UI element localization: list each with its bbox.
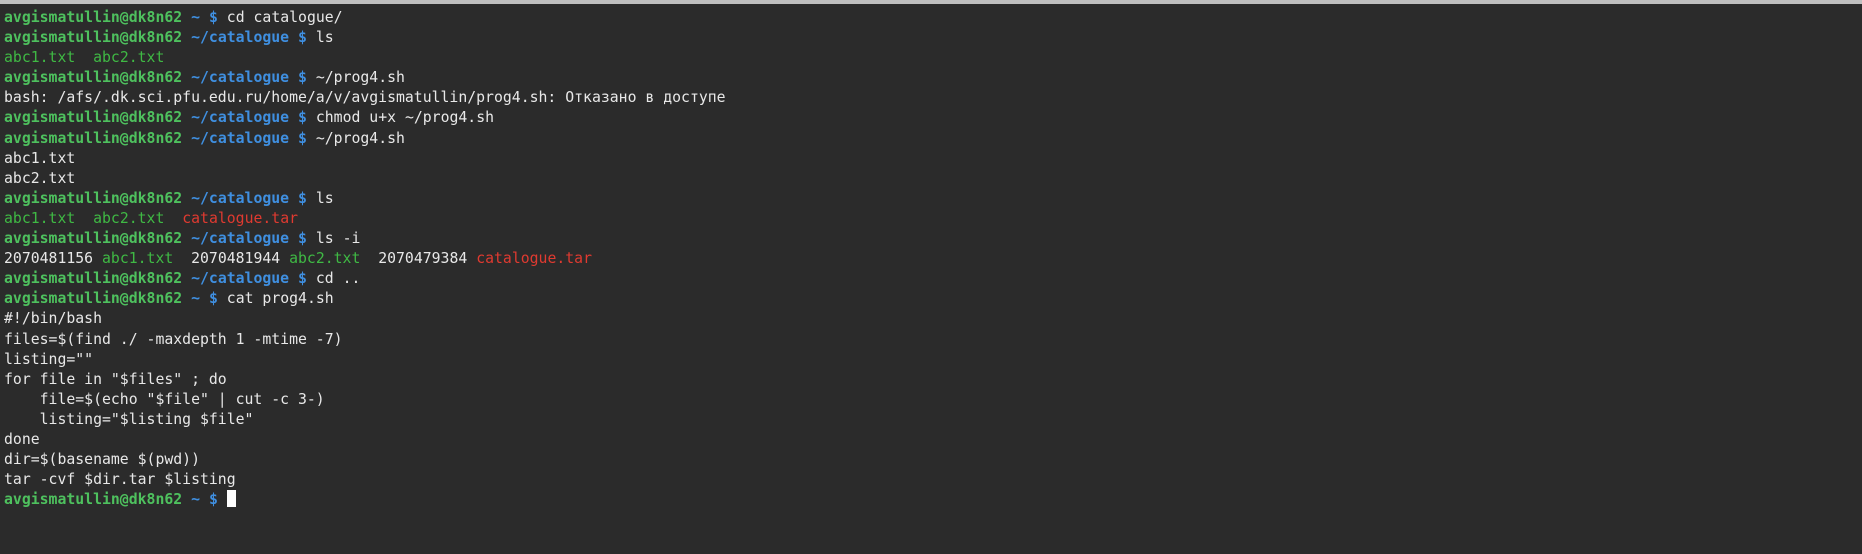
prompt-line: avgismatullin@dk8n62 ~ $: [4, 490, 1862, 510]
file-name-executable: abc2.txt: [93, 49, 165, 67]
command-text: cd catalogue/: [226, 9, 343, 26]
output-line: 2070481156 abc1.txt 2070481944 abc2.txt …: [4, 249, 1862, 269]
prompt-symbol: $: [298, 189, 307, 207]
output-text: abc2.txt: [4, 169, 76, 187]
prompt-line: avgismatullin@dk8n62 ~/catalogue $ ~/pro…: [4, 129, 1862, 149]
output-line: #!/bin/bash: [4, 309, 1862, 329]
prompt-path: ~/catalogue: [191, 189, 290, 207]
command-text: chmod u+x ~/prog4.sh: [315, 109, 495, 127]
file-name-executable: abc1.txt: [102, 250, 174, 268]
prompt-path: ~: [191, 290, 201, 308]
command-text: ls: [315, 189, 334, 207]
prompt-user-host: avgismatullin@dk8n62: [4, 29, 183, 47]
command-text: ~/prog4.sh: [315, 129, 405, 147]
output-line: abc1.txt: [4, 149, 1862, 169]
output-text: bash: /afs/.dk.sci.pfu.edu.ru/home/a/v/a…: [4, 89, 726, 107]
output-text: dir=$(basename $(pwd)): [4, 451, 200, 469]
prompt-symbol: $: [298, 109, 307, 127]
prompt-symbol: $: [298, 270, 307, 288]
file-name-executable: abc1.txt: [4, 49, 76, 67]
command-text: ls -i: [315, 230, 361, 248]
command-text: ls: [315, 29, 334, 47]
output-text: for file in "$files" ; do: [4, 370, 227, 388]
prompt-symbol: $: [298, 29, 307, 47]
output-line: abc1.txt abc2.txt catalogue.tar: [4, 209, 1862, 229]
output-line: abc2.txt: [4, 169, 1862, 189]
prompt-line: avgismatullin@dk8n62 ~/catalogue $ ~/pro…: [4, 68, 1862, 88]
command-text: cd ..: [315, 270, 361, 288]
prompt-path: ~/catalogue: [191, 69, 290, 87]
command-text: cat prog4.sh: [226, 290, 334, 308]
prompt-path: ~/catalogue: [191, 129, 290, 147]
prompt-line: avgismatullin@dk8n62 ~/catalogue $ ls: [4, 28, 1862, 48]
terminal-window[interactable]: avgismatullin@dk8n62 ~ $ cd catalogue/av…: [0, 0, 1862, 554]
output-line: files=$(find ./ -maxdepth 1 -mtime -7): [4, 330, 1862, 350]
prompt-path: ~/catalogue: [191, 109, 290, 127]
output-text: abc1.txt: [4, 149, 76, 167]
prompt-symbol: $: [208, 491, 218, 509]
prompt-user-host: avgismatullin@dk8n62: [4, 290, 183, 308]
cursor-block[interactable]: [226, 490, 236, 508]
output-line: dir=$(basename $(pwd)): [4, 450, 1862, 470]
output-line: for file in "$files" ; do: [4, 370, 1862, 390]
prompt-path: ~/catalogue: [191, 29, 290, 47]
output-line: listing="$listing $file": [4, 410, 1862, 430]
output-text: 2070481944: [173, 250, 290, 268]
prompt-line: avgismatullin@dk8n62 ~ $ cd catalogue/: [4, 8, 1862, 28]
prompt-line: avgismatullin@dk8n62 ~/catalogue $ chmod…: [4, 108, 1862, 128]
command-text: ~/prog4.sh: [315, 69, 405, 87]
output-text: done: [4, 430, 40, 448]
prompt-user-host: avgismatullin@dk8n62: [4, 491, 183, 509]
prompt-user-host: avgismatullin@dk8n62: [4, 189, 183, 207]
file-name-executable: abc1.txt: [4, 209, 76, 227]
output-text: 2070479384: [360, 250, 477, 268]
file-name-archive: catalogue.tar: [182, 209, 299, 227]
prompt-path: ~: [191, 9, 201, 26]
output-text: file=$(echo "$file" | cut -c 3-): [4, 390, 325, 408]
prompt-user-host: avgismatullin@dk8n62: [4, 129, 183, 147]
prompt-path: ~/catalogue: [191, 230, 290, 248]
file-name-archive: catalogue.tar: [476, 250, 592, 268]
output-line: done: [4, 430, 1862, 450]
output-line: bash: /afs/.dk.sci.pfu.edu.ru/home/a/v/a…: [4, 88, 1862, 108]
output-line: abc1.txt abc2.txt: [4, 48, 1862, 68]
output-text: #!/bin/bash: [4, 310, 102, 328]
output-line: tar -cvf $dir.tar $listing: [4, 470, 1862, 490]
prompt-path: ~: [191, 491, 201, 509]
prompt-user-host: avgismatullin@dk8n62: [4, 270, 183, 288]
prompt-symbol: $: [298, 69, 307, 87]
prompt-line: avgismatullin@dk8n62 ~ $ cat prog4.sh: [4, 289, 1862, 309]
prompt-symbol: $: [208, 9, 218, 26]
prompt-user-host: avgismatullin@dk8n62: [4, 69, 183, 87]
prompt-user-host: avgismatullin@dk8n62: [4, 9, 183, 26]
output-line: file=$(echo "$file" | cut -c 3-): [4, 390, 1862, 410]
prompt-symbol: $: [298, 230, 307, 248]
prompt-line: avgismatullin@dk8n62 ~/catalogue $ ls -i: [4, 229, 1862, 249]
prompt-line: avgismatullin@dk8n62 ~/catalogue $ cd ..: [4, 269, 1862, 289]
prompt-user-host: avgismatullin@dk8n62: [4, 230, 183, 248]
output-text: listing="": [4, 350, 94, 368]
output-line: listing="": [4, 350, 1862, 370]
prompt-symbol: $: [208, 290, 218, 308]
file-name-executable: abc2.txt: [289, 250, 361, 268]
prompt-path: ~/catalogue: [191, 270, 290, 288]
output-text: files=$(find ./ -maxdepth 1 -mtime -7): [4, 330, 343, 348]
file-name-executable: abc2.txt: [93, 209, 165, 227]
prompt-symbol: $: [298, 129, 307, 147]
output-text: tar -cvf $dir.tar $listing: [4, 471, 236, 489]
prompt-user-host: avgismatullin@dk8n62: [4, 109, 183, 127]
output-text: 2070481156: [4, 250, 102, 268]
output-text: listing="$listing $file": [4, 410, 254, 428]
prompt-line: avgismatullin@dk8n62 ~/catalogue $ ls: [4, 189, 1862, 209]
